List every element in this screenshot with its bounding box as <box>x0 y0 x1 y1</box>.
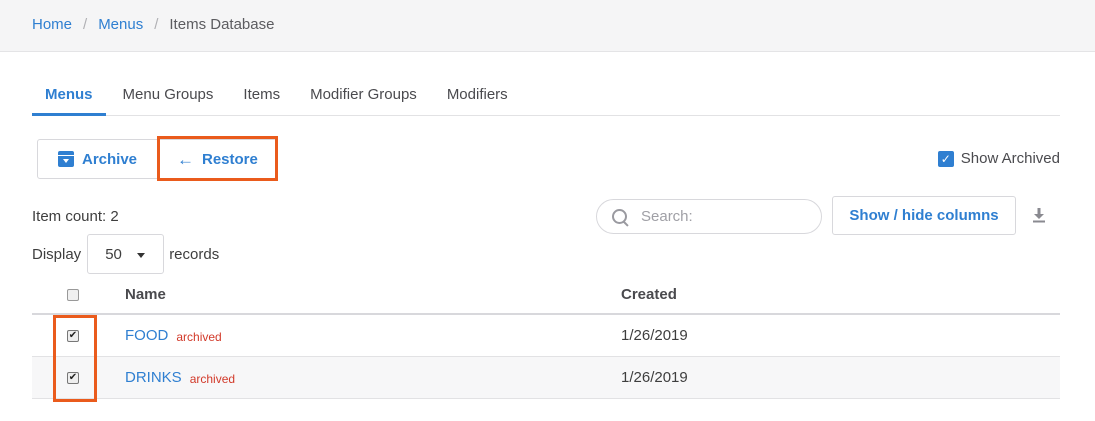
table-row: ✔ DRINKS archived 1/26/2019 <box>32 357 1060 399</box>
restore-button-label: Restore <box>202 150 258 168</box>
menus-table: Name Created ✔ FOOD archived 1/26/2019 ✔… <box>32 276 1060 399</box>
page-size-select[interactable]: 50 <box>87 234 165 274</box>
created-column-header[interactable]: Created <box>621 276 677 313</box>
item-name-link[interactable]: DRINKS <box>125 369 182 386</box>
tab-items[interactable]: Items <box>230 78 293 116</box>
archived-tag: archived <box>176 330 222 344</box>
tab-menu-groups[interactable]: Menu Groups <box>110 78 227 116</box>
show-hide-columns-button[interactable]: Show / hide columns <box>832 196 1016 235</box>
display-label: Display <box>32 245 82 263</box>
records-label: records <box>169 245 220 263</box>
created-cell: 1/26/2019 <box>621 327 688 344</box>
archive-button-label: Archive <box>82 150 138 168</box>
action-button-group: Archive ← Restore <box>37 139 277 179</box>
archive-box-icon <box>58 151 74 167</box>
name-cell: FOOD archived <box>125 315 222 356</box>
show-archived-label: Show Archived <box>960 150 1060 167</box>
search-icon <box>612 208 628 225</box>
row-checkbox-cell: ✔ <box>67 357 81 398</box>
archive-button[interactable]: Archive <box>37 139 158 179</box>
search-input[interactable] <box>641 208 801 225</box>
restore-button[interactable]: ← Restore <box>158 139 277 179</box>
archived-tag: archived <box>189 372 236 386</box>
row-checkbox-cell: ✔ <box>67 315 81 356</box>
breadcrumb-separator: / <box>83 16 88 33</box>
show-archived-toggle[interactable]: ✓ Show Archived <box>937 150 1060 167</box>
breadcrumb-bar: Home / Menus / Items Database <box>0 0 1095 52</box>
tab-menus[interactable]: Menus <box>32 78 106 116</box>
created-cell: 1/26/2019 <box>621 369 688 386</box>
page-size-value: 50 <box>105 245 122 263</box>
breadcrumb-home-link[interactable]: Home <box>32 16 72 34</box>
caret-down-icon <box>137 253 146 258</box>
tab-modifiers[interactable]: Modifiers <box>434 78 521 116</box>
select-all-cell <box>67 276 81 313</box>
breadcrumb: Home / Menus / Items Database <box>32 16 274 34</box>
download-icon[interactable] <box>1031 207 1047 223</box>
breadcrumb-current: Items Database <box>169 16 275 33</box>
name-column-header[interactable]: Name <box>125 276 166 313</box>
select-all-checkbox[interactable] <box>67 288 79 301</box>
name-cell: DRINKS archived <box>125 357 235 398</box>
search-box[interactable] <box>596 199 822 234</box>
row-checkbox[interactable]: ✔ <box>67 371 79 384</box>
tab-bar: Menus Menu Groups Items Modifier Groups … <box>32 78 1060 116</box>
item-name-link[interactable]: FOOD <box>125 327 168 344</box>
row-checkbox[interactable]: ✔ <box>67 329 79 342</box>
display-records-control: Display 50 records <box>32 234 219 274</box>
breadcrumb-menus-link[interactable]: Menus <box>98 16 143 34</box>
breadcrumb-separator: / <box>154 16 159 33</box>
table-header-row: Name Created <box>32 276 1060 315</box>
arrow-left-icon: ← <box>177 149 194 169</box>
table-row: ✔ FOOD archived 1/26/2019 <box>32 315 1060 357</box>
show-archived-checkbox[interactable]: ✓ <box>937 150 954 167</box>
item-count: Item count: 2 <box>32 208 119 225</box>
tab-modifier-groups[interactable]: Modifier Groups <box>297 78 430 116</box>
